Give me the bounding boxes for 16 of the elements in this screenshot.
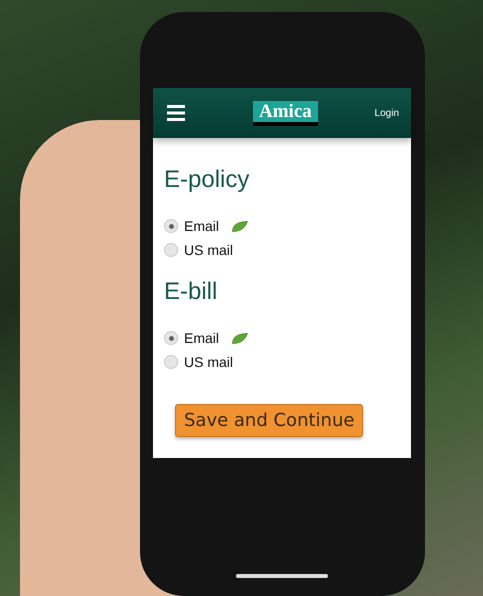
logo[interactable]: Amica xyxy=(253,100,318,126)
section-heading: E-policy xyxy=(164,166,250,194)
leaf-icon xyxy=(231,332,248,344)
leaf-icon xyxy=(231,220,248,232)
login-link[interactable]: Login xyxy=(374,108,399,118)
radio-button[interactable] xyxy=(164,243,178,257)
option-label: Email xyxy=(184,218,220,234)
radio-button[interactable] xyxy=(164,219,178,233)
radio-button[interactable] xyxy=(164,331,178,345)
option-label: US mail xyxy=(184,354,234,370)
option-label: Email xyxy=(184,330,220,346)
save-and-continue-button[interactable]: Save and Continue xyxy=(175,404,364,437)
radio-button[interactable] xyxy=(164,355,178,369)
menu-icon[interactable] xyxy=(167,105,185,121)
section-heading: E-bill xyxy=(164,278,218,306)
option-label: US mail xyxy=(184,242,234,258)
